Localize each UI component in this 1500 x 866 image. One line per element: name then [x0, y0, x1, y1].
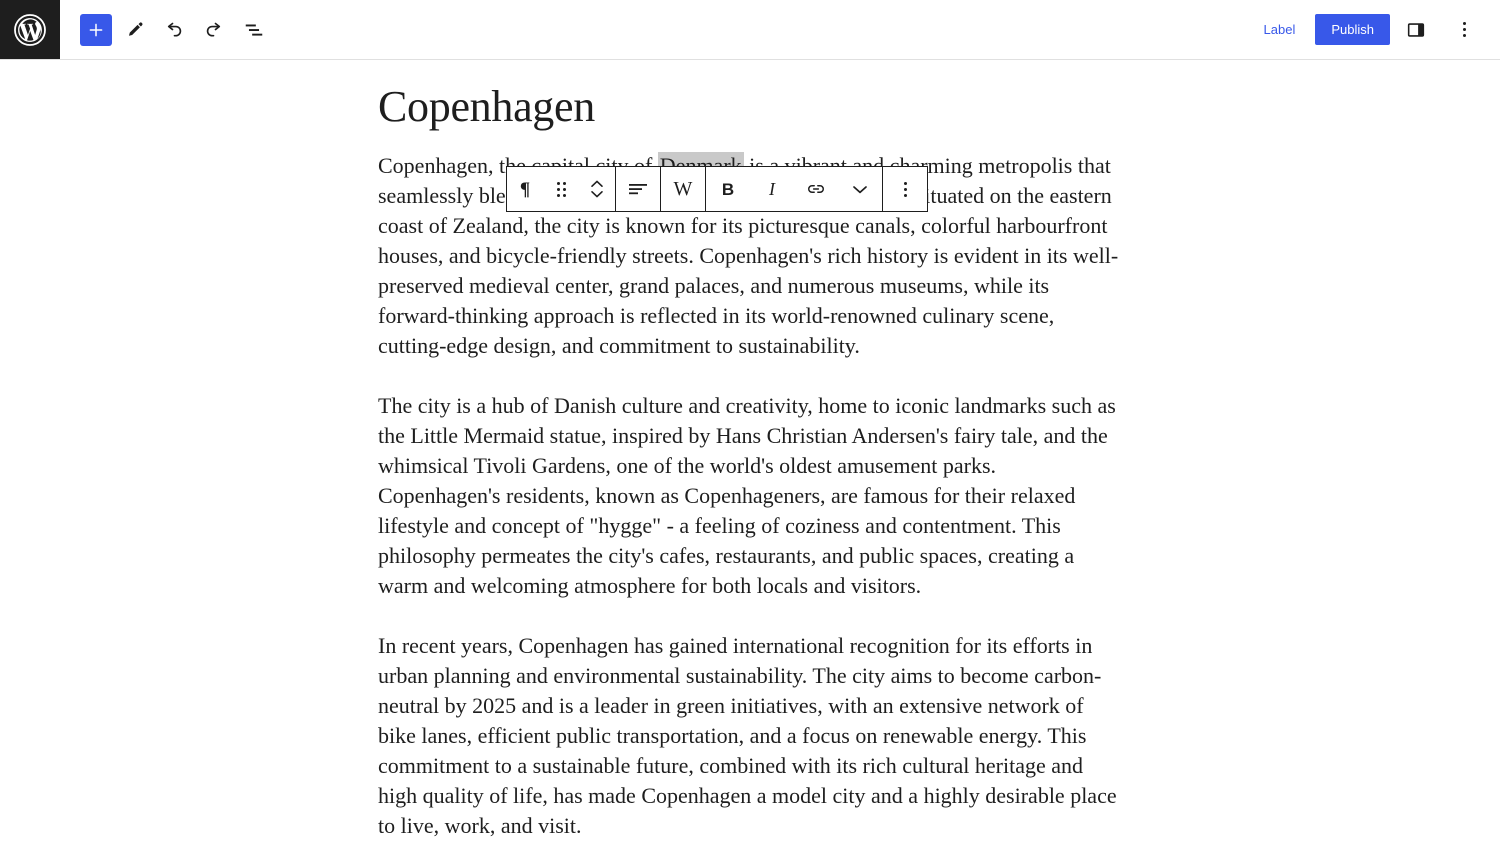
header-spacer — [276, 0, 1252, 59]
undo-button[interactable] — [156, 12, 192, 48]
paragraph-pilcrow-icon: ¶ — [519, 178, 531, 200]
header-right-tools: Label Publish — [1252, 0, 1500, 59]
more-formatting-button[interactable] — [838, 167, 882, 211]
block-toolbar: ¶ W B I — [506, 166, 928, 212]
block-type-paragraph-button[interactable]: ¶ — [507, 167, 543, 211]
editor-canvas: Copenhagen Copenhagen, the capital city … — [0, 60, 1500, 866]
settings-sidebar-button[interactable] — [1398, 12, 1434, 48]
paragraph-block-2[interactable]: The city is a hub of Danish culture and … — [378, 391, 1122, 601]
bold-icon: B — [721, 179, 735, 199]
document-outline-icon — [243, 19, 265, 41]
alignment-group — [616, 167, 661, 211]
edit-tool-button[interactable] — [116, 12, 152, 48]
wikipedia-group: W — [661, 167, 706, 211]
align-text-button[interactable] — [616, 167, 660, 211]
redo-button[interactable] — [196, 12, 232, 48]
sidebar-panel-icon — [1405, 19, 1427, 41]
undo-arrow-icon — [163, 19, 185, 41]
link-button[interactable] — [794, 167, 838, 211]
text-formatting-group: B I — [706, 167, 883, 211]
plus-icon — [87, 21, 105, 39]
chevron-down-icon — [851, 183, 869, 195]
add-block-button[interactable] — [80, 13, 112, 46]
block-type-group: ¶ — [507, 167, 616, 211]
block-options-group — [883, 167, 927, 211]
kebab-menu-icon — [1462, 22, 1466, 37]
block-options-button[interactable] — [883, 167, 927, 211]
post-title[interactable]: Copenhagen — [378, 82, 1122, 133]
editor-options-button[interactable] — [1446, 12, 1482, 48]
wordpress-logo-icon — [13, 13, 47, 47]
drag-handle-button[interactable] — [543, 167, 579, 211]
kebab-menu-icon — [903, 181, 907, 197]
document-overview-button[interactable] — [236, 12, 272, 48]
wordpress-logo-button[interactable] — [0, 0, 60, 59]
pencil-icon — [124, 19, 145, 40]
bold-button[interactable]: B — [706, 167, 750, 211]
paragraph-block-3[interactable]: In recent years, Copenhagen has gained i… — [378, 631, 1122, 841]
publish-button[interactable]: Publish — [1315, 14, 1390, 45]
wikipedia-w-icon: W — [673, 178, 693, 200]
move-block-updown-button[interactable] — [579, 167, 615, 211]
italic-icon: I — [769, 179, 775, 199]
redo-arrow-icon — [203, 19, 225, 41]
chevron-up-down-icon — [589, 178, 605, 200]
align-left-icon — [627, 181, 649, 197]
drag-handle-icon — [556, 181, 566, 197]
wikipedia-lookup-button[interactable]: W — [661, 167, 705, 211]
italic-button[interactable]: I — [750, 167, 794, 211]
editor-header: Label Publish — [0, 0, 1500, 60]
label-button[interactable]: Label — [1252, 16, 1308, 43]
header-left-tools — [60, 0, 276, 59]
link-chain-icon — [806, 181, 826, 197]
